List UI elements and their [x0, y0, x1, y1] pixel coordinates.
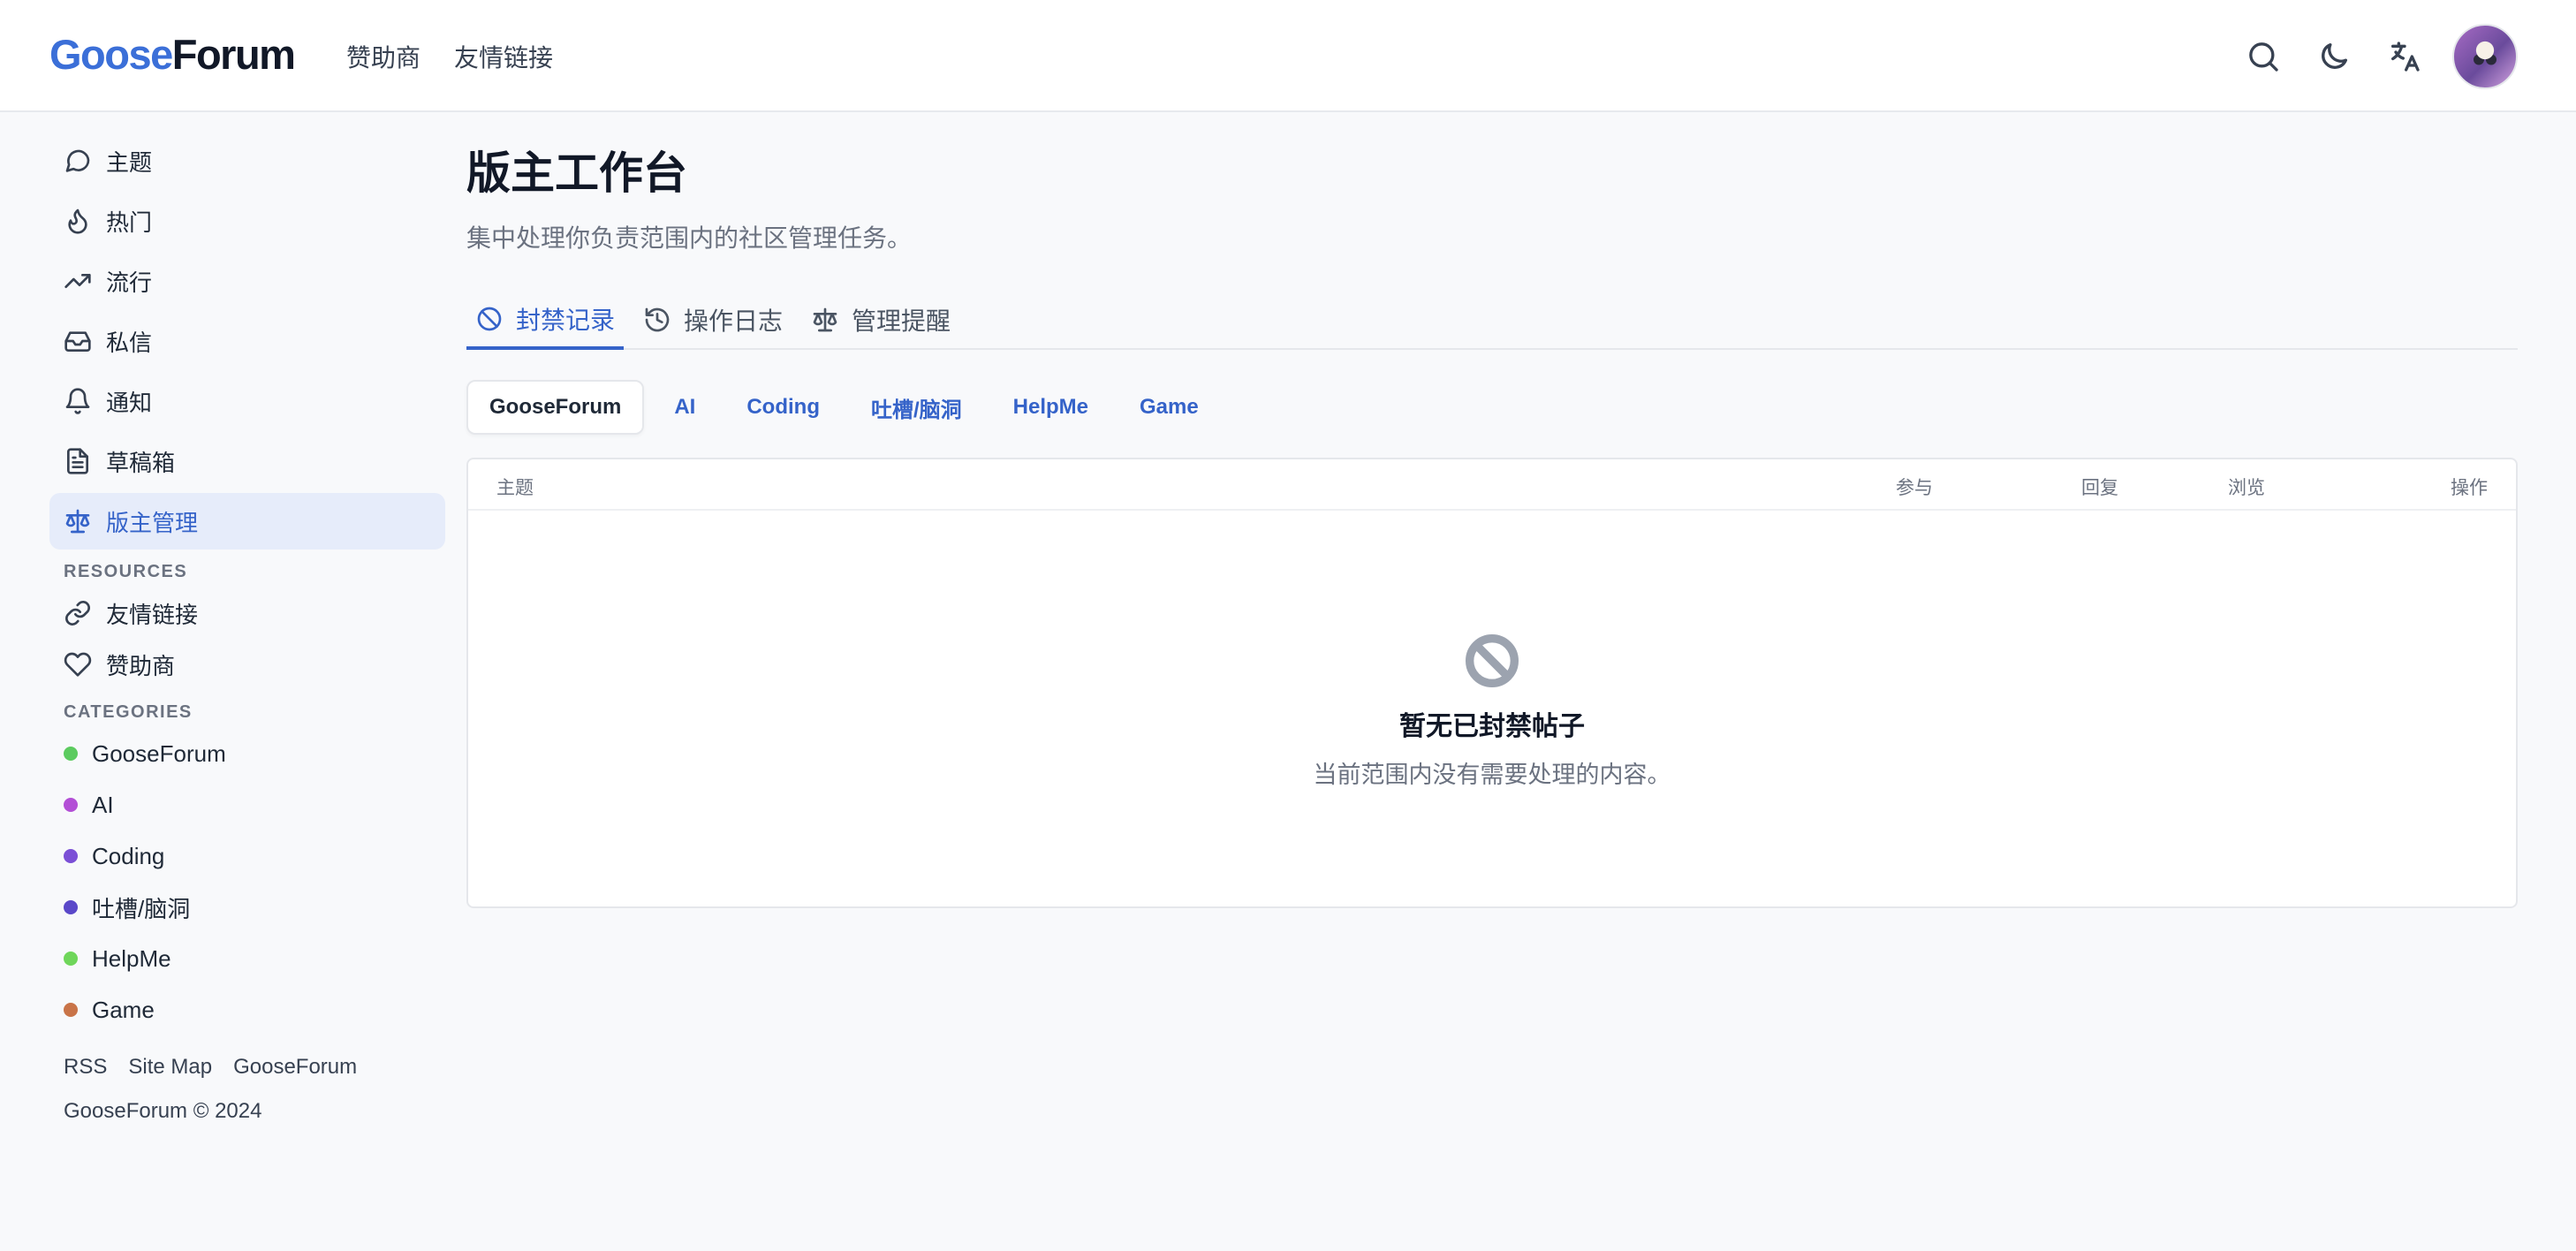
banned-posts-table: 主题 参与 回复 浏览 操作 暂无已封禁帖子 当前范围内没有需要处理的内容。 — [466, 458, 2518, 908]
sidebar-item-notifications[interactable]: 通知 — [49, 373, 445, 429]
sidebar-category-game[interactable]: Game — [49, 984, 445, 1035]
resources-heading: RESOURCES — [64, 562, 188, 581]
category-label: Coding — [92, 842, 165, 869]
column-header-replies: 回复 — [2081, 478, 2118, 498]
scale-icon — [65, 509, 90, 534]
top-nav-friend-links[interactable]: 友情链接 — [454, 39, 553, 74]
link-icon — [65, 601, 90, 626]
moderation-tabs: 封禁记录 操作日志 管理提醒 — [466, 292, 2518, 350]
sidebar-item-label: 主题 — [106, 148, 153, 176]
category-dot — [64, 798, 78, 812]
sidebar-item-sponsors[interactable]: 赞助商 — [49, 639, 445, 690]
category-dot — [64, 747, 78, 761]
scale-icon — [813, 307, 837, 332]
empty-state-title: 暂无已封禁帖子 — [1399, 712, 1585, 741]
category-label: HelpMe — [92, 944, 171, 972]
top-header: GooseForum 赞助商 友情链接 — [0, 0, 2576, 112]
main-content: 版主工作台 集中处理你负责范围内的社区管理任务。 封禁记录 操作日志 管理提醒 … — [466, 133, 2518, 908]
page-title: 版主工作台 — [466, 148, 687, 198]
table-header: 主题 参与 回复 浏览 操作 — [468, 459, 2516, 511]
search-icon — [2249, 42, 2278, 72]
bell-icon — [65, 388, 90, 414]
sidebar-item-label: 赞助商 — [106, 652, 176, 679]
sidebar-item-moderation[interactable]: 版主管理 — [49, 493, 445, 550]
sidebar-item-friend-links[interactable]: 友情链接 — [49, 588, 445, 639]
tab-moderation-reminders[interactable]: 管理提醒 — [802, 292, 959, 348]
sidebar-item-label: 私信 — [106, 329, 153, 356]
empty-state: 暂无已封禁帖子 当前范围内没有需要处理的内容。 — [468, 633, 2516, 790]
ban-icon — [477, 307, 502, 331]
sidebar-item-hot[interactable]: 热门 — [49, 193, 445, 249]
sidebar-category-gooseforum[interactable]: GooseForum — [49, 728, 445, 779]
sidebar-category-rant[interactable]: 吐槽/脑洞 — [49, 882, 445, 933]
ban-icon — [1466, 634, 1519, 687]
file-text-icon — [67, 448, 88, 474]
sidebar-item-trending[interactable]: 流行 — [49, 253, 445, 309]
history-icon — [645, 307, 670, 332]
category-tab-gooseforum[interactable]: GooseForum — [466, 380, 645, 435]
sidebar-item-label: 热门 — [106, 208, 153, 236]
footer-link-gooseforum[interactable]: GooseForum — [233, 1055, 357, 1080]
tab-label: 操作日志 — [684, 307, 784, 335]
categories-heading: CATEGORIES — [64, 702, 193, 722]
sidebar-item-label: 流行 — [106, 269, 153, 296]
category-tab-game[interactable]: Game — [1118, 380, 1220, 435]
category-dot — [64, 849, 78, 863]
footer-link-sitemap[interactable]: Site Map — [128, 1055, 212, 1080]
sidebar-item-label: 通知 — [106, 389, 153, 416]
column-header-topic: 主题 — [496, 478, 534, 498]
trending-up-icon — [64, 274, 91, 288]
sidebar-category-ai[interactable]: AI — [49, 779, 445, 830]
sidebar-item-label: 友情链接 — [106, 601, 199, 628]
sidebar-category-coding[interactable]: Coding — [49, 830, 445, 882]
empty-state-description: 当前范围内没有需要处理的内容。 — [1313, 762, 1671, 788]
sidebar-item-label: 版主管理 — [106, 509, 199, 536]
column-header-participants: 参与 — [1896, 478, 1933, 498]
theme-toggle-button[interactable] — [2299, 21, 2369, 92]
user-avatar[interactable] — [2452, 24, 2518, 89]
category-label: 吐槽/脑洞 — [92, 895, 191, 922]
sidebar-item-topics[interactable]: 主题 — [49, 133, 445, 189]
category-label: GooseForum — [92, 739, 226, 767]
flame-icon — [68, 208, 87, 234]
tab-ban-records[interactable]: 封禁记录 — [466, 292, 625, 350]
sidebar-category-helpme[interactable]: HelpMe — [49, 933, 445, 984]
page-subtitle: 集中处理你负责范围内的社区管理任务。 — [466, 224, 913, 252]
category-tab-coding[interactable]: Coding — [725, 380, 841, 435]
tab-label: 管理提醒 — [852, 307, 951, 335]
category-tab-rant[interactable]: 吐槽/脑洞 — [850, 380, 983, 435]
category-label: Game — [92, 996, 155, 1023]
sidebar-footer-links: RSS Site Map GooseForum — [49, 1055, 445, 1080]
category-dot — [64, 952, 78, 966]
tab-operation-logs[interactable]: 操作日志 — [634, 292, 792, 348]
search-button[interactable] — [2228, 21, 2299, 92]
sidebar-item-messages[interactable]: 私信 — [49, 313, 445, 369]
top-nav-sponsors[interactable]: 赞助商 — [346, 39, 420, 74]
tab-label: 封禁记录 — [516, 307, 616, 334]
logo-goose: Goose — [49, 31, 173, 78]
copyright-text: GooseForum © 2024 — [64, 1099, 262, 1123]
heart-icon — [64, 652, 92, 677]
inbox-icon — [64, 331, 91, 352]
column-header-views: 浏览 — [2228, 478, 2265, 498]
translate-icon — [2391, 42, 2420, 72]
message-circle-icon — [65, 149, 90, 172]
column-header-actions: 操作 — [2451, 478, 2488, 498]
category-dot — [64, 1003, 78, 1017]
category-tab-helpme[interactable]: HelpMe — [992, 380, 1110, 435]
category-label: AI — [92, 791, 114, 818]
sidebar-item-drafts[interactable]: 草稿箱 — [49, 433, 445, 489]
top-nav: 赞助商 友情链接 — [346, 39, 553, 74]
category-filter-tabs: GooseForum AI Coding 吐槽/脑洞 HelpMe Game — [466, 380, 2518, 435]
category-dot — [64, 900, 78, 914]
sidebar-item-label: 草稿箱 — [106, 449, 176, 476]
sidebar: 主题 热门 流行 私信 通知 草稿箱 版主管理 RESOURCES 友情链接 赞… — [49, 133, 445, 1124]
category-tab-ai[interactable]: AI — [653, 380, 716, 435]
site-logo[interactable]: GooseForum — [49, 30, 296, 79]
moon-icon — [2322, 43, 2347, 69]
footer-link-rss[interactable]: RSS — [64, 1055, 107, 1080]
logo-forum: Forum — [171, 31, 296, 78]
header-actions — [2228, 21, 2518, 92]
language-button[interactable] — [2369, 21, 2440, 92]
